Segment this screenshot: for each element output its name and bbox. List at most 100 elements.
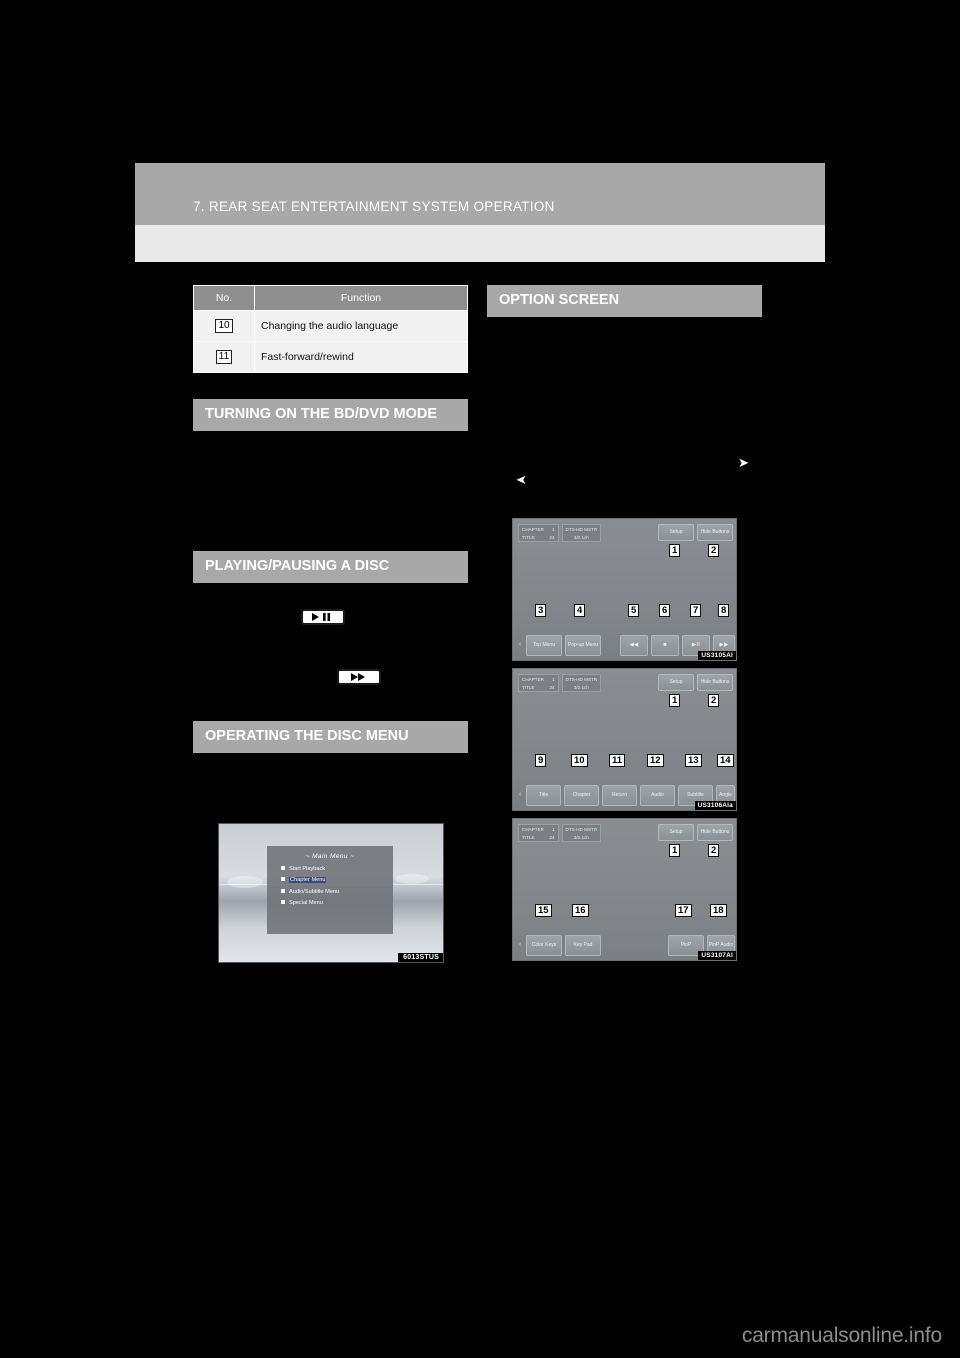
chapter-label: CHAPTER	[522, 527, 544, 532]
screen1-callout-5: 5	[628, 604, 640, 617]
main-menu-item-audio-subtitle-menu[interactable]: Audio/Subtitle Menu	[281, 888, 393, 895]
screen1-callout-6: 6	[659, 604, 671, 617]
screen1-callout-8: 8	[718, 604, 730, 617]
chapter-value: 1	[551, 827, 555, 832]
table-row: 11 Fast-forward/rewind	[193, 341, 468, 373]
screen3-color-keys-button[interactable]: Color Keys	[526, 935, 562, 956]
screen2-callout-14: 14	[717, 754, 734, 767]
title-value: 24	[549, 684, 555, 690]
page-header-subband	[135, 225, 825, 262]
square-bullet-icon	[281, 888, 285, 893]
screen1-audio-box: DTS-HD MSTR 3/2.1ch	[561, 524, 602, 542]
screen3-info-bar: CHAPTER 1 TITLE 24 DTS-HD MSTR 3/2.1ch	[518, 824, 604, 842]
audio-format: DTS-HD MSTR	[565, 677, 598, 682]
screen3-chapter-title-box: CHAPTER 1 TITLE 24	[518, 824, 559, 842]
screen2-pager-prev[interactable]: ‹	[519, 791, 521, 798]
option-screen-2: CHAPTER 1 TITLE 24 DTS-HD MSTR 3/2.1ch Set…	[512, 668, 737, 811]
screen1-chapter-title-box: CHAPTER 1 TITLE 24	[518, 524, 559, 542]
screen1-stop-button[interactable]: ■	[651, 635, 679, 656]
screen3-code-label: US3107AI	[698, 951, 736, 960]
screen2-code-label: US3106AIa	[694, 801, 736, 810]
main-menu-item-label: Start Playback	[289, 865, 326, 872]
screen2-setup-button[interactable]: Setup	[658, 674, 694, 691]
fast-forward-glyph	[351, 673, 365, 681]
screen1-callout-4: 4	[574, 604, 586, 617]
table-cell-no: 10	[193, 310, 255, 342]
play-pause-button-row	[193, 609, 468, 635]
manual-page: 7. REAR SEAT ENTERTAINMENT SYSTEM OPERAT…	[0, 0, 960, 1358]
screen3-callout-17: 17	[675, 904, 692, 917]
screen3-key-pad-button[interactable]: Key Pad	[565, 935, 601, 956]
chapter-value: 1	[551, 527, 555, 532]
screen3-callout-15: 15	[535, 904, 552, 917]
title-label: TITLE	[522, 834, 535, 840]
main-menu-item-label: Chapter Menu	[289, 877, 327, 883]
screen2-return-button[interactable]: Return	[602, 785, 637, 806]
option-screen-3: CHAPTER 1 TITLE 24 DTS-HD MSTR 3/2.1ch Set…	[512, 818, 737, 961]
screen1-pager-prev[interactable]: ‹	[519, 641, 521, 648]
screen1-callout-2: 2	[708, 544, 720, 557]
page-header-band	[135, 163, 825, 225]
page-title: 7. REAR SEAT ENTERTAINMENT SYSTEM OPERAT…	[193, 199, 555, 214]
screen3-callout-18: 18	[710, 904, 727, 917]
column-header-no: No.	[193, 285, 255, 311]
screen2-audio-button[interactable]: Audio	[640, 785, 675, 806]
screen3-pager-prev[interactable]: ‹	[519, 941, 521, 948]
main-menu-title: ~ Main Menu ~	[305, 853, 355, 860]
left-column: No. Function 10 Changing the audio langu…	[193, 285, 468, 753]
title-value: 24	[549, 834, 555, 840]
screen2-hide-buttons-button[interactable]: Hide Buttons	[697, 674, 733, 691]
audio-channels: 3/2.1ch	[573, 684, 589, 690]
title-label: TITLE	[522, 534, 535, 540]
section-heading-bd-dvd-mode: TURNING ON THE BD/DVD MODE	[193, 399, 468, 431]
audio-channels: 3/2.1ch	[573, 534, 589, 540]
table-cell-function: Fast-forward/rewind	[254, 341, 468, 373]
screen1-callout-7: 7	[690, 604, 702, 617]
main-menu-panel: ~ Main Menu ~ Start Playback Chapter Men…	[267, 846, 393, 934]
screen2-callout-9: 9	[535, 754, 547, 767]
audio-channels: 3/2.1ch	[573, 834, 589, 840]
section-heading-option-screen: OPTION SCREEN	[487, 285, 762, 317]
option-screen-1-body: CHAPTER 1 TITLE 2 4 DTS-HD MSTR 3/2.1ch Set…	[513, 519, 736, 660]
screen1-hide-buttons-button[interactable]: Hide Buttons	[697, 524, 733, 541]
play-pause-glyph	[312, 613, 331, 621]
section-heading-playing-pausing: PLAYING/PAUSING A DISC	[193, 551, 468, 583]
screen2-callout-12: 12	[647, 754, 664, 767]
chapter-label: CHAPTER	[522, 677, 544, 682]
table-cell-function: Changing the audio language	[254, 310, 468, 342]
column-header-function: Function	[254, 285, 468, 311]
title-label: TITLE	[522, 684, 535, 690]
audio-format: DTS-HD MSTR	[565, 827, 598, 832]
screen1-callout-3: 3	[535, 604, 547, 617]
fast-forward-icon[interactable]	[337, 669, 381, 685]
chapter-label: CHAPTER	[522, 827, 544, 832]
screen2-callout-13: 13	[685, 754, 702, 767]
play-pause-icon[interactable]	[301, 609, 345, 625]
reference-arrow-right-icon: ➤	[738, 455, 749, 470]
screen2-callout-2: 2	[708, 694, 720, 707]
main-menu-item-start-playback[interactable]: Start Playback	[281, 865, 393, 872]
square-bullet-icon	[281, 900, 285, 904]
screen3-setup-button[interactable]: Setup	[658, 824, 694, 841]
screen1-popup-menu-button[interactable]: Pop-up Menu	[565, 635, 601, 656]
main-menu-item-special-menu[interactable]: Special Menu	[281, 900, 393, 906]
screen2-callout-11: 11	[609, 754, 626, 767]
table-cell-no: 11	[193, 341, 255, 373]
figure-background-blob	[395, 874, 429, 884]
screen1-setup-button[interactable]: Setup	[658, 524, 694, 541]
screen2-audio-box: DTS-HD MSTR 3/2.1ch	[561, 674, 602, 692]
screen3-hide-buttons-button[interactable]: Hide Buttons	[697, 824, 733, 841]
screen2-title-button[interactable]: Title	[526, 785, 561, 806]
screen2-chapter-button[interactable]: Chapter	[564, 785, 599, 806]
section-heading-disc-menu: OPERATING THE DISC MENU	[193, 721, 468, 753]
screen1-rewind-button[interactable]: ◀◀	[620, 635, 648, 656]
screen2-chapter-title-box: CHAPTER 1 TITLE 24	[518, 674, 559, 692]
figure-code-label: 6013STUS	[398, 953, 443, 962]
option-screen-3-body: CHAPTER 1 TITLE 24 DTS-HD MSTR 3/2.1ch Set…	[513, 819, 736, 960]
main-menu-item-chapter-menu[interactable]: Chapter Menu	[281, 877, 393, 883]
site-watermark: carmanualsonline.info	[741, 1324, 942, 1347]
table-row: 10 Changing the audio language	[193, 310, 468, 342]
callout-number-badge: 11	[215, 350, 233, 364]
screen1-top-menu-button[interactable]: Top Menu	[526, 635, 562, 656]
square-bullet-icon	[281, 877, 285, 881]
